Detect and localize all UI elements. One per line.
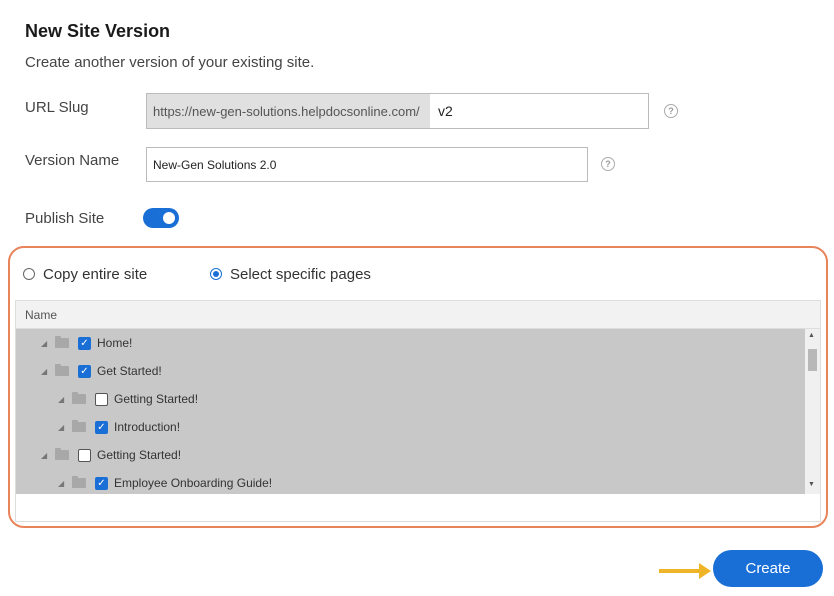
scroll-thumb[interactable] — [808, 349, 817, 371]
tree-row-getting-started[interactable]: ◢ Getting Started! — [16, 441, 181, 469]
page-checkbox[interactable] — [95, 392, 108, 406]
tree-column-header[interactable]: Name — [16, 301, 820, 329]
folder-icon — [72, 476, 86, 488]
url-slug-help-icon[interactable]: ? — [664, 104, 678, 118]
version-name-input[interactable] — [147, 148, 587, 181]
copy-entire-site-label[interactable]: Copy entire site — [43, 266, 147, 283]
page-checkbox[interactable]: ✓ — [78, 364, 91, 378]
page-label: Getting Started! — [114, 392, 199, 406]
publish-site-label: Publish Site — [25, 210, 105, 227]
folder-icon — [72, 392, 86, 404]
version-name-label: Version Name — [25, 152, 120, 169]
version-name-field — [146, 147, 588, 182]
page-tree: Name ◢ ✓ Home! ◢ ✓ Get Started! ◢ Gettin… — [15, 300, 821, 522]
create-button[interactable]: Create — [713, 550, 823, 587]
expand-caret-icon[interactable]: ◢ — [41, 367, 51, 376]
select-specific-pages-label[interactable]: Select specific pages — [230, 266, 371, 283]
page-label: Get Started! — [97, 364, 162, 378]
folder-icon — [72, 420, 86, 432]
folder-icon — [55, 336, 69, 348]
pointer-arrow-icon — [659, 569, 701, 573]
url-slug-field: https://new-gen-solutions.helpdocsonline… — [146, 93, 649, 129]
page-title: New Site Version — [25, 21, 171, 41]
folder-icon — [55, 364, 69, 376]
tree-body: ◢ ✓ Home! ◢ ✓ Get Started! ◢ Getting Sta… — [16, 329, 805, 494]
page-checkbox[interactable]: ✓ — [78, 336, 91, 350]
tree-row-introduction[interactable]: ◢ ✓ Introduction! — [16, 413, 180, 441]
page-checkbox[interactable] — [78, 448, 91, 462]
expand-caret-icon[interactable]: ◢ — [58, 479, 68, 488]
page-label: Employee Onboarding Guide! — [114, 476, 273, 490]
expand-caret-icon[interactable]: ◢ — [41, 451, 51, 460]
expand-caret-icon[interactable]: ◢ — [58, 395, 68, 404]
folder-icon — [55, 448, 69, 460]
version-name-help-icon[interactable]: ? — [601, 157, 615, 171]
pointer-arrow-head-icon — [699, 563, 711, 579]
publish-site-toggle[interactable] — [143, 208, 179, 228]
tree-row-home[interactable]: ◢ ✓ Home! — [16, 329, 132, 357]
expand-caret-icon[interactable]: ◢ — [41, 339, 51, 348]
url-slug-input[interactable] — [430, 94, 648, 128]
page-checkbox[interactable]: ✓ — [95, 420, 108, 434]
page-checkbox[interactable]: ✓ — [95, 476, 108, 490]
url-slug-label: URL Slug — [25, 99, 89, 116]
page-label: Getting Started! — [97, 448, 182, 462]
tree-row-get-started[interactable]: ◢ ✓ Get Started! — [16, 357, 162, 385]
scroll-down-icon[interactable]: ▼ — [808, 481, 815, 488]
tree-scrollbar[interactable]: ▲ ▼ — [805, 329, 820, 494]
page-subtitle: Create another version of your existing … — [25, 54, 315, 71]
page-label: Introduction! — [114, 420, 181, 434]
scroll-up-icon[interactable]: ▲ — [808, 332, 815, 339]
tree-row-employee-onboarding[interactable]: ◢ ✓ Employee Onboarding Guide! — [16, 469, 272, 497]
copy-entire-site-radio[interactable] — [23, 268, 35, 280]
expand-caret-icon[interactable]: ◢ — [58, 423, 68, 432]
tree-row-getting-started-child[interactable]: ◢ Getting Started! — [16, 385, 198, 413]
toggle-knob — [163, 212, 175, 224]
select-specific-pages-radio[interactable] — [210, 268, 222, 280]
url-prefix: https://new-gen-solutions.helpdocsonline… — [147, 94, 430, 128]
page-label: Home! — [97, 336, 133, 350]
